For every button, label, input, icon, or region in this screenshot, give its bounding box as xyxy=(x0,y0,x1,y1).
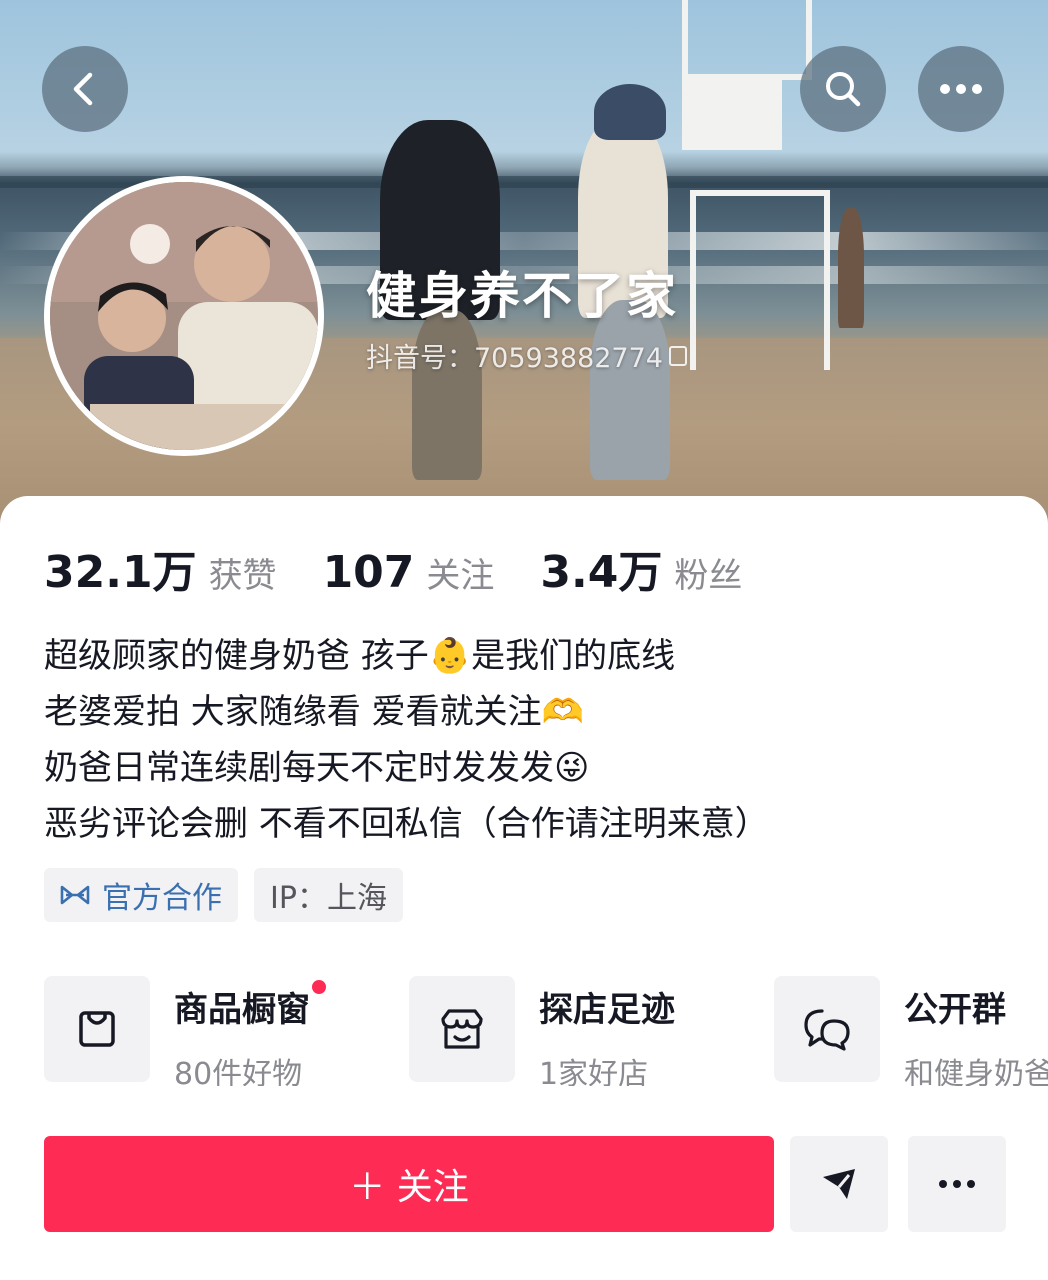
entry-title: 公开群 xyxy=(904,990,1006,1030)
chat-bubbles-icon xyxy=(774,976,880,1082)
stat-label: 获赞 xyxy=(208,556,277,596)
bio-line: 老婆爱拍 大家随缘看 爱看就关注🫶 xyxy=(44,692,584,732)
handshake-icon xyxy=(60,885,90,905)
lifeguard-tower xyxy=(682,0,812,80)
more-actions-button[interactable] xyxy=(908,1136,1006,1232)
send-icon xyxy=(823,1169,855,1199)
lifeguard-tower-legs xyxy=(690,190,830,370)
profile-cover-image: 健身养不了家 抖音号：70593882774 xyxy=(0,0,1048,540)
stat-value: 3.4万 xyxy=(540,547,663,598)
store-icon xyxy=(409,976,515,1082)
follow-button[interactable]: ＋ 关注 xyxy=(44,1136,774,1232)
swimmer-figure xyxy=(838,208,864,328)
stat-value: 32.1万 xyxy=(44,547,197,598)
lifeguard-tower-seat xyxy=(682,80,782,150)
search-button[interactable] xyxy=(800,46,886,132)
stat-value: 107 xyxy=(322,547,415,598)
follow-label: ＋ 关注 xyxy=(349,1167,469,1208)
more-button[interactable] xyxy=(918,46,1004,132)
shopping-bag-icon xyxy=(44,976,150,1082)
profile-tags: 官方合作 IP：上海 xyxy=(44,868,403,922)
douyin-id-row[interactable]: 抖音号：70593882774 xyxy=(366,336,687,375)
chevron-left-icon xyxy=(73,72,93,106)
entry-subtitle: 80件好物 xyxy=(174,1057,303,1086)
avatar[interactable] xyxy=(44,176,324,456)
ip-location-label: IP：上海 xyxy=(270,881,387,916)
search-icon xyxy=(826,72,861,107)
bio-line: 奶爸日常连续剧每天不定时发发发😜 xyxy=(44,748,590,788)
douyin-id: 抖音号：70593882774 xyxy=(366,343,663,374)
stat-followers[interactable]: 3.4万 粉丝 xyxy=(540,536,742,600)
nickname: 健身养不了家 xyxy=(366,267,678,325)
share-button[interactable] xyxy=(790,1136,888,1232)
bio-line: 恶劣评论会删 不看不回私信（合作请注明来意） xyxy=(44,804,769,844)
bio: 超级顾家的健身奶爸 孩子👶是我们的底线 老婆爱拍 大家随缘看 爱看就关注🫶 奶爸… xyxy=(44,628,1004,852)
stat-likes[interactable]: 32.1万 获赞 xyxy=(44,536,277,600)
back-button[interactable] xyxy=(42,46,128,132)
stats-row: 32.1万 获赞 107 关注 3.4万 粉丝 xyxy=(44,536,788,600)
more-horizontal-icon xyxy=(940,84,982,94)
entry-subtitle: 1家好店 xyxy=(539,1057,649,1086)
bucket-hat xyxy=(594,84,666,140)
action-bar: ＋ 关注 xyxy=(44,1136,1006,1234)
official-cooperation-tag[interactable]: 官方合作 xyxy=(44,868,238,922)
copy-icon[interactable] xyxy=(668,345,687,366)
entry-public-group[interactable]: 公开群 和健身奶爸 xyxy=(774,976,1048,1086)
official-cooperation-label: 官方合作 xyxy=(102,881,222,916)
entry-product-showcase[interactable]: 商品橱窗 80件好物 xyxy=(44,976,326,1086)
entry-title: 探店足迹 xyxy=(539,990,675,1030)
notification-dot xyxy=(312,980,326,994)
stat-following[interactable]: 107 关注 xyxy=(323,547,495,598)
stat-label: 粉丝 xyxy=(674,556,743,596)
bio-line: 超级顾家的健身奶爸 孩子👶是我们的底线 xyxy=(44,636,676,676)
stat-label: 关注 xyxy=(426,556,495,596)
entry-title: 商品橱窗 xyxy=(174,990,310,1030)
entry-store-visits[interactable]: 探店足迹 1家好店 xyxy=(409,976,675,1086)
more-horizontal-icon xyxy=(939,1180,975,1188)
entry-subtitle: 和健身奶爸 xyxy=(904,1057,1048,1086)
feature-entries: 商品橱窗 80件好物 探店足迹 1家好店 公开群 和健身奶爸 xyxy=(44,976,1048,1086)
avatar-photo xyxy=(50,182,318,450)
profile-card: 32.1万 获赞 107 关注 3.4万 粉丝 超级顾家的健身奶爸 孩子👶是我们… xyxy=(0,496,1048,1280)
ip-location-tag: IP：上海 xyxy=(254,868,403,922)
